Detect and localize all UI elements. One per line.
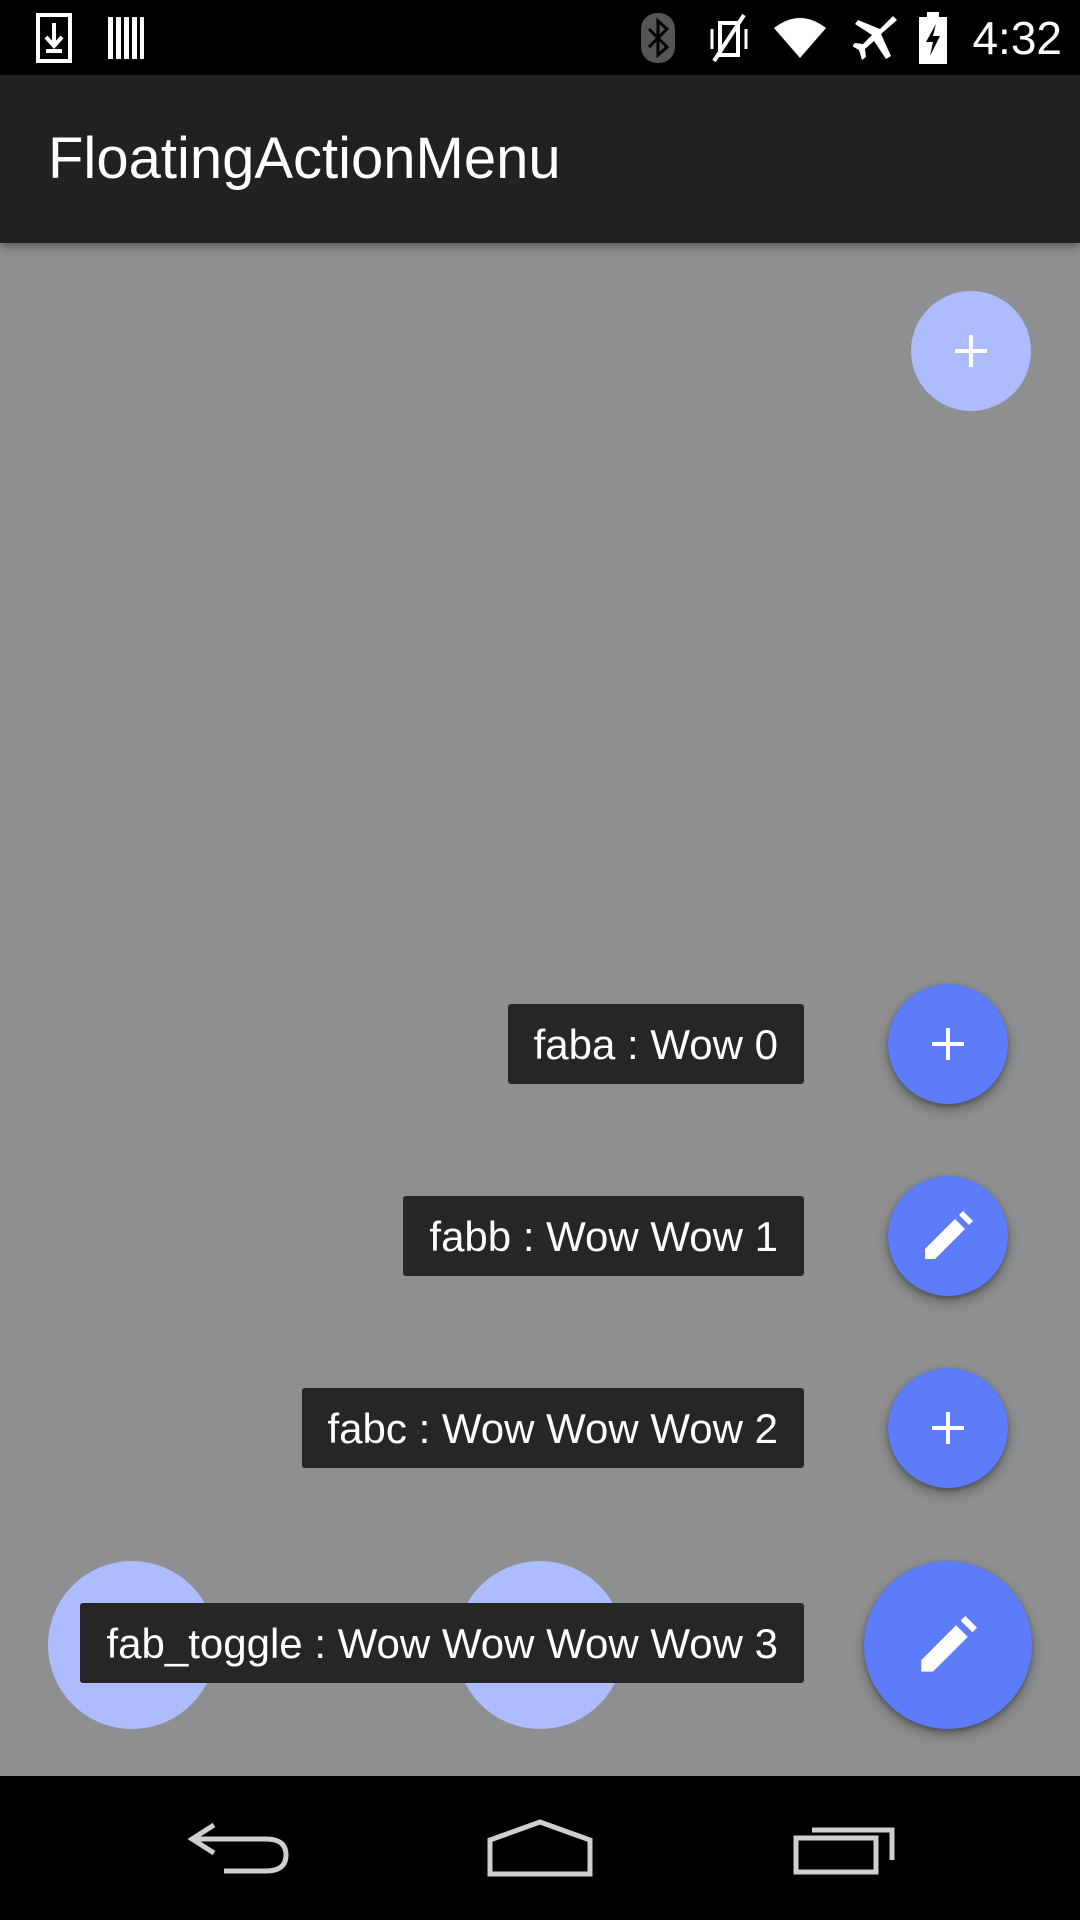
recents-icon: [793, 1827, 895, 1875]
fab-fabb[interactable]: [888, 1176, 1008, 1296]
fab-fabc[interactable]: [888, 1368, 1008, 1488]
status-time: 4:32: [972, 12, 1062, 64]
plus-icon: [932, 1028, 964, 1060]
fab-faba[interactable]: [888, 984, 1008, 1104]
status-bar: 4:32: [0, 0, 1080, 75]
back-button[interactable]: [160, 1776, 320, 1920]
plus-icon: [932, 1412, 964, 1444]
screen: 4:32 FloatingActionMenu faba : Wow 0 fab…: [0, 0, 1080, 1920]
app-bar: FloatingActionMenu: [0, 75, 1080, 243]
fab-label-fab-toggle[interactable]: fab_toggle : Wow Wow Wow Wow 3: [80, 1603, 804, 1683]
top-add-fab[interactable]: [911, 291, 1031, 411]
fab-label-fabb[interactable]: fabb : Wow Wow 1: [403, 1196, 804, 1276]
plus-icon: [955, 335, 987, 367]
barcode-icon: [106, 0, 146, 75]
recents-button[interactable]: [764, 1776, 924, 1920]
pencil-icon: [925, 1211, 973, 1259]
app-title: FloatingActionMenu: [48, 126, 561, 191]
vibrate-off-icon: [706, 0, 750, 75]
airplane-icon: [852, 0, 902, 75]
wifi-icon: [772, 0, 828, 75]
back-icon: [188, 1822, 289, 1874]
bluetooth-icon: [638, 0, 678, 75]
navigation-bar: [0, 1776, 1080, 1920]
pencil-icon: [921, 1616, 977, 1672]
fab-label-fabc[interactable]: fabc : Wow Wow Wow 2: [301, 1388, 804, 1468]
home-icon: [487, 1819, 593, 1877]
home-button[interactable]: [460, 1776, 620, 1920]
fab-toggle[interactable]: [864, 1561, 1032, 1729]
battery-charging-icon: [918, 0, 948, 75]
fab-label-faba[interactable]: faba : Wow 0: [507, 1004, 804, 1084]
download-icon: [34, 0, 74, 75]
